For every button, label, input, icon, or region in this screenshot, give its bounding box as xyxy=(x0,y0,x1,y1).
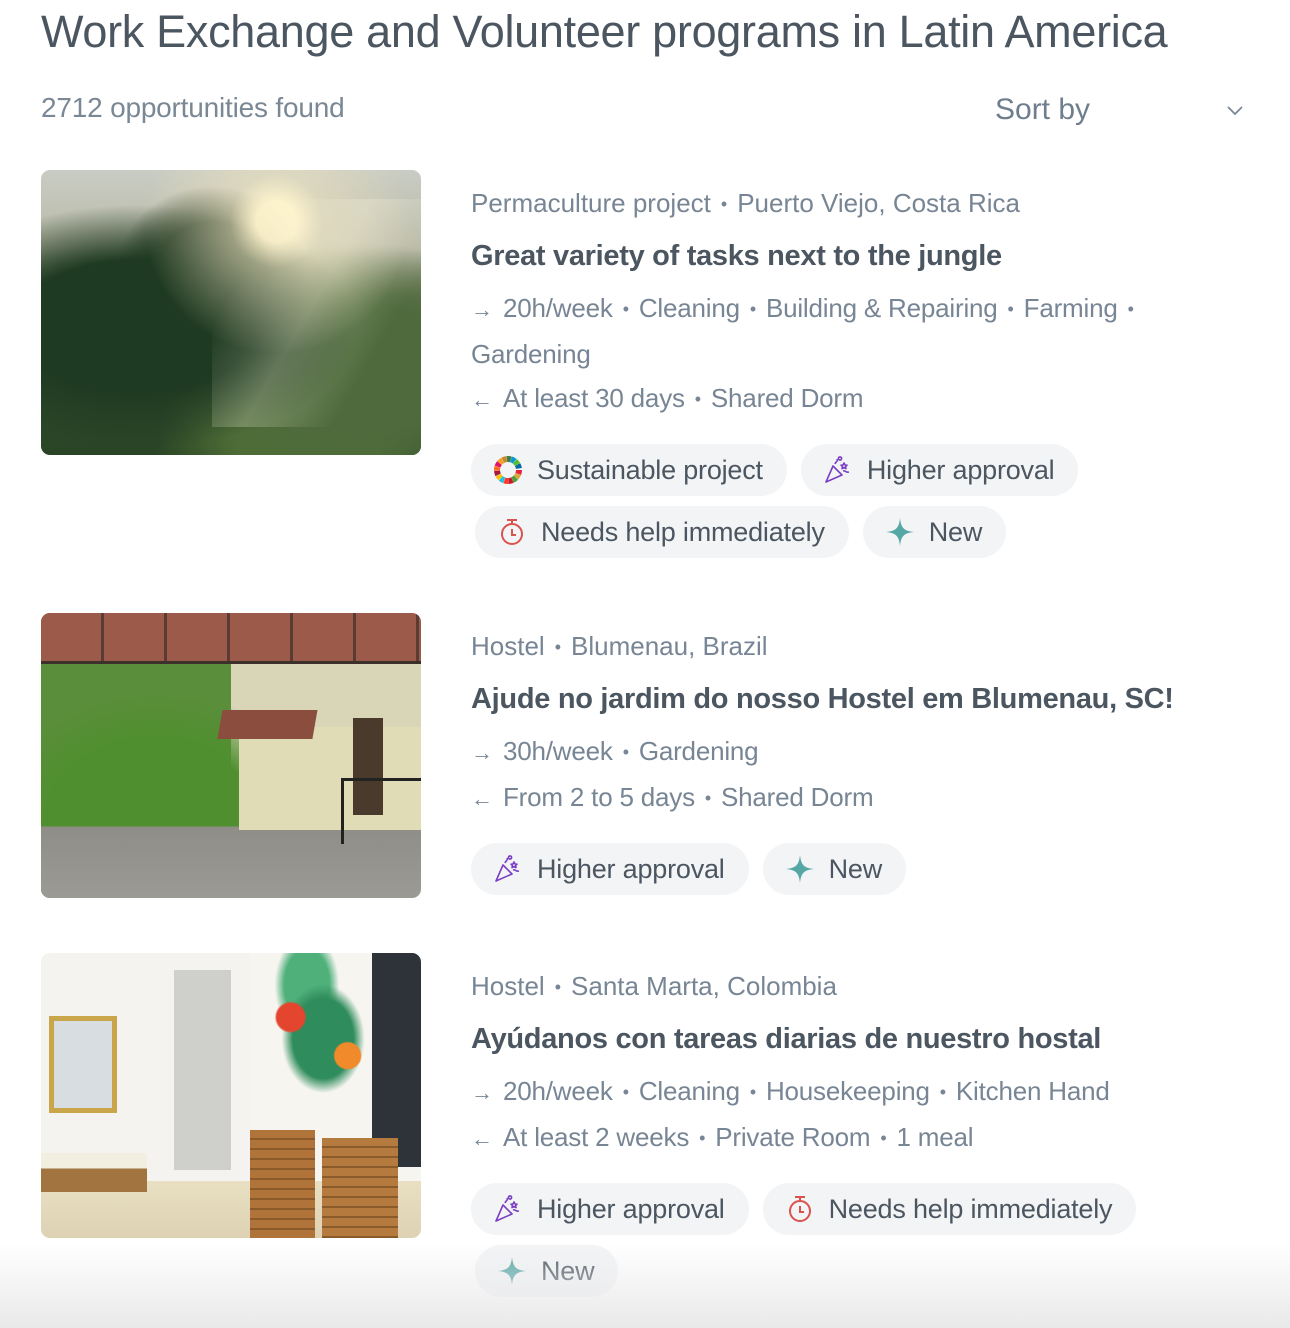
sparkle-icon xyxy=(497,1256,527,1286)
listing-title[interactable]: Ayúdanos con tareas diarias de nuestro h… xyxy=(471,1019,1231,1059)
listing-task: Farming xyxy=(1023,293,1118,323)
listing-task: Kitchen Hand xyxy=(955,1076,1110,1106)
listing-task: Gardening xyxy=(638,736,759,766)
tag-label: Higher approval xyxy=(537,853,725,884)
listing-image[interactable] xyxy=(41,613,421,898)
listing-work-details: → 30h/week • Gardening xyxy=(471,729,1231,775)
listing-perk: Shared Dorm xyxy=(710,383,864,413)
tag-needs-help-immediately[interactable]: Needs help immediately xyxy=(762,1183,1137,1235)
arrow-left-icon: ← xyxy=(471,387,493,412)
listing-stay-details: ← At least 2 weeks • Private Room • 1 meal xyxy=(471,1115,1231,1161)
listing-image[interactable] xyxy=(41,170,421,455)
listing-category: Permaculture project xyxy=(471,188,711,218)
party-popper-icon xyxy=(493,854,523,884)
listing-perk: Shared Dorm xyxy=(721,782,874,812)
listing-meta: Hostel • Santa Marta, Colombia xyxy=(471,971,837,1001)
listing-task: Cleaning xyxy=(638,293,740,323)
listing-location: Blumenau, Brazil xyxy=(571,631,768,661)
listing-work-details: → 20h/week • Cleaning • Housekeeping • Kitchen … xyxy=(471,1069,1231,1115)
arrow-left-icon: ← xyxy=(471,1126,493,1151)
arrow-left-icon: ← xyxy=(471,786,493,811)
arrow-right-icon: → xyxy=(471,1080,493,1105)
tag-new[interactable]: New xyxy=(862,506,1007,558)
tag-sustainable-project[interactable]: Sustainable project xyxy=(471,444,787,496)
listing-duration: From 2 to 5 days xyxy=(503,782,695,812)
listing-hours: 20h/week xyxy=(503,1076,613,1106)
sort-label: Sort by xyxy=(995,93,1091,126)
tag-label: New xyxy=(541,1255,595,1286)
listing-hours: 20h/week xyxy=(503,293,613,323)
results-count: 2712 opportunities found xyxy=(41,92,345,123)
listing-location: Puerto Viejo, Costa Rica xyxy=(737,188,1020,218)
listing-title[interactable]: Great variety of tasks next to the jungl… xyxy=(471,236,1231,276)
listing-stay-details: ← At least 30 days • Shared Dorm xyxy=(471,376,1231,422)
listing-category: Hostel xyxy=(471,971,545,1001)
page-title: Work Exchange and Volunteer programs in … xyxy=(41,6,1168,57)
listing-stay-details: ← From 2 to 5 days • Shared Dorm xyxy=(471,775,1231,821)
listing-category: Hostel xyxy=(471,631,545,661)
arrow-right-icon: → xyxy=(471,740,493,765)
listing-meta: Hostel • Blumenau, Brazil xyxy=(471,631,768,661)
party-popper-icon xyxy=(493,1194,523,1224)
tag-new[interactable]: New xyxy=(475,1245,619,1297)
tag-label: Needs help immediately xyxy=(541,516,825,547)
tag-needs-help-immediately[interactable]: Needs help immediately xyxy=(475,506,849,558)
sparkle-icon xyxy=(885,517,915,547)
listing-work-details: → 20h/week • Cleaning • Building & Repairing •… xyxy=(471,286,1191,376)
listing-card[interactable]: Hostel • Santa Marta, Colombia Ayúdanos co… xyxy=(41,953,1261,1313)
tag-higher-approval[interactable]: Higher approval xyxy=(800,444,1079,496)
listing-perk: Private Room xyxy=(715,1122,871,1152)
listing-location: Santa Marta, Colombia xyxy=(571,971,837,1001)
listing-tags: Sustainable project Higher approval Need… xyxy=(471,444,1171,558)
tag-label: Needs help immediately xyxy=(828,1193,1113,1224)
listing-task: Cleaning xyxy=(638,1076,740,1106)
listing-task: Gardening xyxy=(471,339,591,369)
party-popper-icon xyxy=(823,455,853,485)
tag-label: Higher approval xyxy=(537,1193,725,1224)
arrow-right-icon: → xyxy=(471,297,493,322)
listing-duration: At least 2 weeks xyxy=(503,1122,690,1152)
sort-dropdown[interactable]: Sort by xyxy=(995,90,1250,130)
stopwatch-icon xyxy=(785,1194,815,1224)
listing-image[interactable] xyxy=(41,953,421,1238)
listing-perk: 1 meal xyxy=(896,1122,974,1152)
listing-task: Housekeeping xyxy=(765,1076,930,1106)
listing-title[interactable]: Ajude no jardim do nosso Hostel em Blume… xyxy=(471,679,1231,719)
listing-tags: Higher approval New xyxy=(471,843,1171,895)
sdg-wheel-icon xyxy=(493,455,523,485)
chevron-down-icon xyxy=(1227,106,1243,116)
tag-higher-approval[interactable]: Higher approval xyxy=(471,843,749,895)
listing-tags: Higher approval Needs help immediately N… xyxy=(471,1183,1171,1297)
tag-label: New xyxy=(828,853,883,884)
listing-hours: 30h/week xyxy=(503,736,613,766)
tag-label: Higher approval xyxy=(866,454,1055,485)
listing-task: Building & Repairing xyxy=(765,293,998,323)
listing-meta: Permaculture project • Puerto Viejo, Costa… xyxy=(471,188,1020,218)
listing-duration: At least 30 days xyxy=(503,383,685,413)
tag-label: New xyxy=(928,516,983,547)
tag-label: Sustainable project xyxy=(537,454,763,485)
listing-card[interactable]: Permaculture project • Puerto Viejo, Costa… xyxy=(41,170,1261,570)
sparkle-icon xyxy=(785,854,815,884)
stopwatch-icon xyxy=(497,517,527,547)
tag-higher-approval[interactable]: Higher approval xyxy=(471,1183,749,1235)
listing-card[interactable]: Hostel • Blumenau, Brazil Ajude no jardim … xyxy=(41,613,1261,913)
tag-new[interactable]: New xyxy=(762,843,907,895)
